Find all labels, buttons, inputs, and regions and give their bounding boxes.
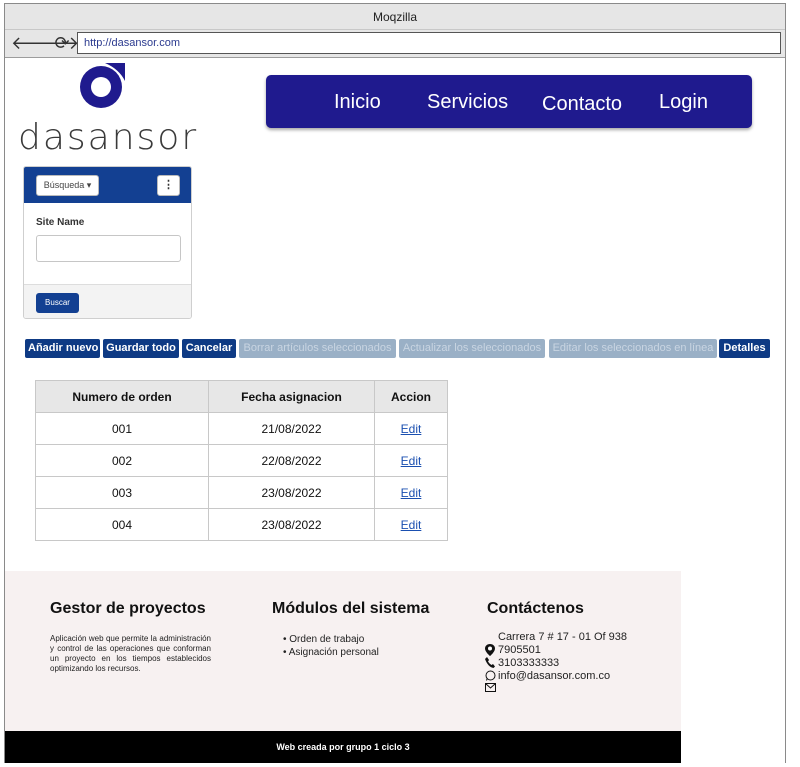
- contact-whatsapp: info@dasansor.com.co: [484, 670, 627, 683]
- column-header-date: Fecha asignacion: [208, 380, 375, 413]
- orders-table: Numero de orden Fecha asignacion Accion …: [35, 380, 448, 541]
- nav-login[interactable]: Login: [659, 91, 708, 114]
- table-row: 003 23/08/2022 Edit: [35, 476, 448, 509]
- dasansor-logo-icon: [80, 63, 125, 108]
- table-row: 002 22/08/2022 Edit: [35, 444, 448, 477]
- modules-title: Módulos del sistema: [272, 600, 430, 617]
- page-viewport: dasansor Inicio Servicios Contacto Login…: [5, 59, 785, 763]
- contact-address: Carrera 7 # 17 - 01 Of 938: [484, 631, 627, 644]
- contact-mail: [484, 683, 627, 696]
- add-new-button[interactable]: Añadir nuevo: [25, 339, 100, 358]
- forward-arrow-icon[interactable]: 🡒: [31, 32, 79, 54]
- mail-icon: [484, 683, 496, 696]
- modules-list: Orden de trabajo Asignación personal: [283, 633, 379, 659]
- order-number-cell: 001: [35, 412, 209, 445]
- column-header-action: Accion: [374, 380, 448, 413]
- table-row: 001 21/08/2022 Edit: [35, 412, 448, 445]
- reload-icon[interactable]: ⟳: [52, 32, 72, 54]
- search-panel-footer: Buscar: [24, 284, 191, 318]
- about-title: Gestor de proyectos: [50, 600, 206, 617]
- assignment-date-cell: 23/08/2022: [208, 508, 375, 541]
- assignment-date-cell: 22/08/2022: [208, 444, 375, 477]
- phone-icon: [484, 657, 496, 670]
- search-panel: Búsqueda ▾ ⋮ Site Name Buscar: [23, 166, 192, 319]
- back-arrow-icon[interactable]: 🡐: [11, 32, 59, 54]
- nav-contacto[interactable]: Contacto: [542, 93, 622, 116]
- about-description: Aplicación web que permite la administra…: [50, 634, 211, 673]
- edit-link[interactable]: Edit: [374, 508, 448, 541]
- save-all-button[interactable]: Guardar todo: [103, 339, 179, 358]
- main-navigation: Inicio Servicios Contacto Login: [266, 75, 752, 128]
- column-header-order: Numero de orden: [35, 380, 209, 413]
- landline-text: 7905501: [498, 644, 541, 656]
- cancel-button[interactable]: Cancelar: [182, 339, 236, 358]
- contact-phone-landline: 7905501: [484, 644, 627, 657]
- kebab-menu-icon[interactable]: ⋮: [157, 175, 180, 196]
- contact-phone-mobile: 3103333333: [484, 657, 627, 670]
- order-number-cell: 002: [35, 444, 209, 477]
- order-number-cell: 004: [35, 508, 209, 541]
- nav-inicio[interactable]: Inicio: [334, 91, 381, 114]
- address-bar[interactable]: http://dasansor.com: [77, 32, 781, 54]
- assignment-date-cell: 21/08/2022: [208, 412, 375, 445]
- site-footer: Gestor de proyectos Aplicación web que p…: [5, 571, 681, 731]
- list-item: Orden de trabajo: [283, 633, 379, 646]
- window-title: Moqzilla: [5, 4, 785, 30]
- search-panel-header: Búsqueda ▾ ⋮: [24, 167, 191, 203]
- search-type-dropdown[interactable]: Búsqueda ▾: [36, 175, 99, 196]
- brand-wordmark: dasansor: [18, 117, 199, 158]
- mobile-text: 3103333333: [498, 657, 560, 669]
- address-text: Carrera 7 # 17 - 01 Of 938: [498, 631, 628, 643]
- nav-servicios[interactable]: Servicios: [427, 91, 508, 114]
- edit-link[interactable]: Edit: [374, 476, 448, 509]
- copyright-bar: Web creada por grupo 1 ciclo 3: [5, 731, 681, 763]
- contact-title: Contáctenos: [487, 600, 584, 617]
- delete-selected-button[interactable]: Borrar artículos seleccionados: [239, 339, 396, 358]
- browser-toolbar: 🡐 🡒 ⟳ http://dasansor.com: [5, 30, 785, 58]
- location-pin-icon: [484, 644, 496, 657]
- browser-window: Moqzilla 🡐 🡒 ⟳ http://dasansor.com dasan…: [4, 3, 786, 763]
- table-row: 004 23/08/2022 Edit: [35, 508, 448, 541]
- order-number-cell: 003: [35, 476, 209, 509]
- edit-link[interactable]: Edit: [374, 444, 448, 477]
- site-name-label: Site Name: [36, 217, 85, 228]
- email-text[interactable]: info@dasansor.com.co: [498, 670, 610, 682]
- details-button[interactable]: Detalles: [719, 339, 770, 358]
- edit-selected-inline-button[interactable]: Editar los seleccionados en línea: [549, 339, 717, 358]
- search-button[interactable]: Buscar: [36, 293, 79, 313]
- contact-info: Carrera 7 # 17 - 01 Of 938 7905501 31033…: [484, 631, 627, 696]
- list-item: Asignación personal: [283, 646, 379, 659]
- table-header-row: Numero de orden Fecha asignacion Accion: [35, 380, 448, 413]
- assignment-date-cell: 23/08/2022: [208, 476, 375, 509]
- update-selected-button[interactable]: Actualizar los seleccionados: [399, 339, 545, 358]
- edit-link[interactable]: Edit: [374, 412, 448, 445]
- whatsapp-icon: [484, 670, 496, 683]
- site-name-input[interactable]: [36, 235, 181, 262]
